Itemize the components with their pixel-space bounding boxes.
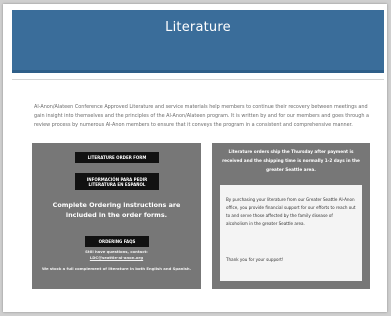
contact-email-link[interactable]: LDC@seattle-al-anon.org <box>40 255 193 260</box>
divider <box>12 79 384 80</box>
spanish-info-button[interactable]: INFORMACIÓN PARA PEDIR LITERATURA EN ESP… <box>75 173 159 190</box>
ordering-panel: LITERATURE ORDER FORM INFORMACIÓN PARA P… <box>32 143 201 289</box>
stock-note: We stock a full complement of literature… <box>41 266 192 271</box>
ordering-faqs-button[interactable]: ORDERING FAQS <box>85 236 149 247</box>
support-box: By purchasing your literature from our G… <box>220 185 362 281</box>
page-title: Literature <box>165 20 231 35</box>
page-frame: Literature Al-Anon/Alateen Conference Ap… <box>3 4 387 312</box>
contact-question: Still have questions, contact: <box>85 249 148 254</box>
intro-paragraph: Al-Anon/Alateen Conference Approved Lite… <box>34 104 369 128</box>
shipping-panel: Literature orders ship the Thursday afte… <box>212 143 370 289</box>
literature-order-form-button[interactable]: LITERATURE ORDER FORM <box>75 152 159 163</box>
support-text: By purchasing your literature from our G… <box>226 197 356 226</box>
header-banner: Literature <box>12 10 384 73</box>
ordering-instructions: Complete Ordering instructions are inclu… <box>52 201 181 219</box>
thanks-text: Thank you for your support! <box>226 257 284 262</box>
shipping-note: Literature orders ship the Thursday afte… <box>222 149 360 172</box>
